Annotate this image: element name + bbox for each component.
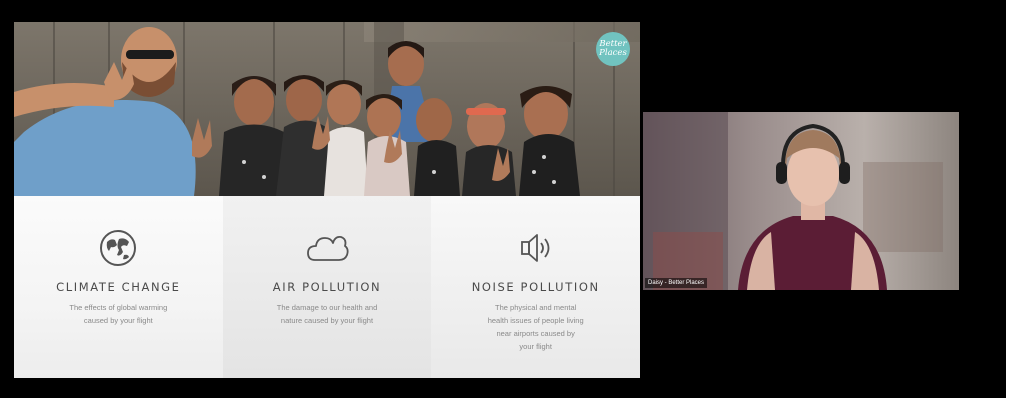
feature-description: The physical and mental health issues of… bbox=[487, 303, 584, 351]
participant-name-label: Daisy - Better Places bbox=[645, 278, 708, 288]
feature-noise-pollution: NOISE POLLUTION The physical and mental … bbox=[431, 196, 640, 378]
speaker-icon bbox=[514, 226, 558, 270]
brand-line-2: Places bbox=[599, 48, 627, 58]
feature-description: The effects of global warming caused by … bbox=[69, 303, 168, 325]
cloud-icon bbox=[305, 226, 349, 270]
better-places-logo: Better Places bbox=[596, 32, 630, 66]
shared-presentation-slide: Better Places CLIMATE CHANGE The effects… bbox=[14, 22, 640, 378]
feature-air-pollution: AIR POLLUTION The damage to our health a… bbox=[222, 196, 432, 378]
group-photo-illustration bbox=[14, 22, 640, 196]
meeting-screen: Better Places CLIMATE CHANGE The effects… bbox=[0, 0, 1006, 398]
feature-title: AIR POLLUTION bbox=[272, 280, 382, 294]
participant-video-feed bbox=[643, 112, 959, 290]
impact-features: CLIMATE CHANGE The effects of global war… bbox=[14, 196, 640, 378]
slide-photo: Better Places bbox=[14, 22, 640, 196]
feature-description: The damage to our health and nature caus… bbox=[276, 303, 378, 325]
feature-title: CLIMATE CHANGE bbox=[56, 280, 181, 294]
feature-climate-change: CLIMATE CHANGE The effects of global war… bbox=[14, 196, 223, 378]
feature-title: NOISE POLLUTION bbox=[471, 280, 600, 294]
globe-icon bbox=[96, 226, 140, 270]
participant-video-tile[interactable]: Daisy - Better Places bbox=[643, 112, 959, 290]
